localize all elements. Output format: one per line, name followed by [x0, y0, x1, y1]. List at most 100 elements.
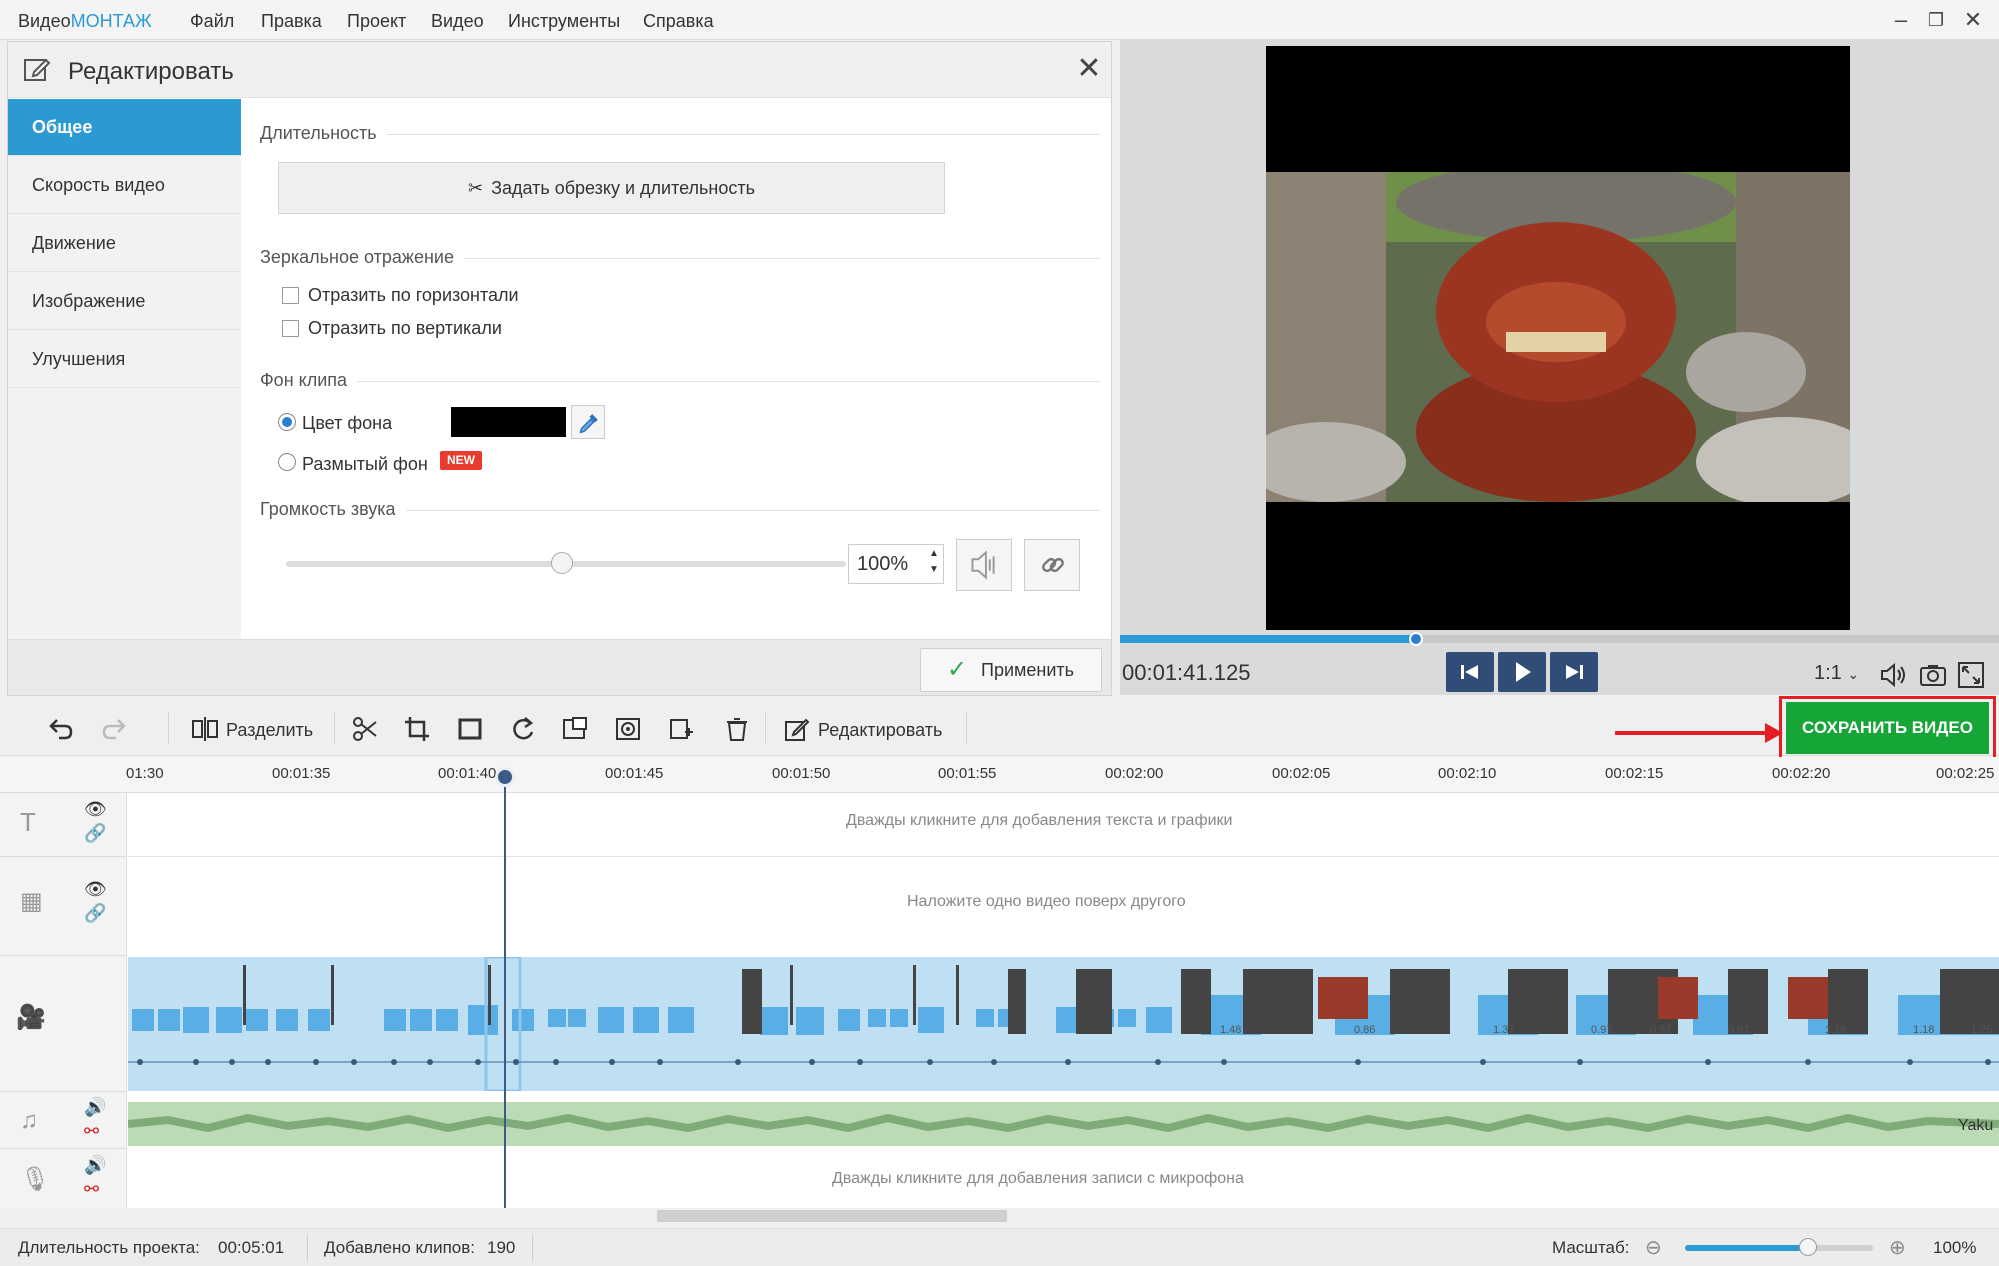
unlink-icon[interactable]: ⚯ [84, 1121, 99, 1142]
add-frame-icon[interactable] [665, 714, 695, 744]
edit-icon[interactable] [782, 714, 812, 744]
audio-track[interactable]: Yaku [127, 1102, 1999, 1146]
clips-count-label: Добавлено клипов: [324, 1238, 475, 1257]
play-icon[interactable] [1498, 652, 1546, 692]
rotate-icon[interactable] [508, 714, 538, 744]
timeline-scrollbar[interactable] [128, 1208, 1999, 1224]
redo-icon[interactable] [100, 714, 130, 744]
tick-label: 00:01:35 [272, 765, 331, 782]
edit-panel-footer: ✓ Применить [8, 639, 1111, 695]
trim-button[interactable]: ✂ Задать обрезку и длительность [278, 162, 945, 214]
split-icon[interactable] [190, 714, 220, 744]
clip-duration: 0.97 [1650, 1024, 1671, 1036]
scissors-icon[interactable] [350, 714, 380, 744]
overlay-track-icon: ▦ [20, 888, 43, 915]
divider [0, 856, 127, 857]
edit-toolbar-label[interactable]: Редактировать [818, 720, 942, 741]
volume-slider-thumb[interactable] [551, 552, 573, 574]
check-icon: ✓ [947, 656, 968, 683]
divider [0, 1091, 127, 1092]
apply-button[interactable]: ✓ Применить [920, 648, 1102, 692]
zoom-slider-thumb[interactable] [1799, 1238, 1817, 1256]
mirror-horizontal-checkbox[interactable] [282, 287, 299, 304]
split-label[interactable]: Разделить [226, 720, 313, 741]
timeline-scrollbar-thumb[interactable] [657, 1210, 1007, 1222]
eye-icon[interactable]: 👁 [84, 799, 107, 820]
pip-icon[interactable] [560, 714, 590, 744]
tick-label: 00:02:15 [1605, 765, 1664, 782]
nav-improvements[interactable]: Улучшения [8, 331, 241, 388]
aspect-ratio-select[interactable]: 1:1 ⌄ [1814, 662, 1859, 685]
undo-icon[interactable] [45, 714, 75, 744]
nav-motion[interactable]: Движение [8, 215, 241, 272]
playhead-handle[interactable] [495, 767, 515, 787]
divider [260, 381, 1100, 382]
video-frame-image [1266, 172, 1850, 502]
tick-label: 00:02:10 [1438, 765, 1497, 782]
project-duration-value: 00:05:01 [218, 1238, 285, 1257]
menu-project[interactable]: Проект [347, 11, 406, 32]
frame-icon[interactable] [455, 714, 485, 744]
mirror-vertical-checkbox[interactable] [282, 320, 299, 337]
speaker-icon[interactable]: 🔊 [84, 1155, 106, 1176]
minimize-icon[interactable]: – [1886, 6, 1916, 34]
menu-edit[interactable]: Правка [261, 11, 322, 32]
track-headers: T 👁 🔗 ▦ 👁 🔗 🎥 ♫ 🔊 ⚯ 🎙 🔊 ⚯ [0, 793, 127, 1208]
skip-back-icon[interactable] [1446, 652, 1494, 692]
close-icon[interactable]: ✕ [1074, 54, 1104, 84]
zoom-out-icon[interactable]: ⊖ [1645, 1235, 1662, 1260]
crop-icon[interactable] [402, 714, 432, 744]
link-icon[interactable]: 🔗 [84, 903, 106, 924]
close-window-icon[interactable]: ✕ [1958, 6, 1988, 34]
zoom-slider-fill [1685, 1245, 1809, 1251]
menu-tools[interactable]: Инструменты [508, 11, 620, 32]
toolbar-divider [334, 712, 335, 744]
eye-icon[interactable]: 👁 [84, 879, 107, 900]
timeline-ruler[interactable]: 01:30 00:01:35 00:01:40 00:01:45 00:01:5… [0, 757, 1999, 793]
nav-general[interactable]: Общее [8, 99, 241, 156]
skip-forward-icon[interactable] [1550, 652, 1598, 692]
unlink-icon[interactable]: ⚯ [84, 1179, 99, 1200]
bg-color-swatch[interactable] [451, 407, 566, 437]
video-track[interactable]: 1.48 0.86 1.37 0.97 0.97 0.97 1.18 1.18 … [128, 955, 1999, 1093]
unlink-button[interactable] [1024, 539, 1080, 591]
zoom-value: 100% [1933, 1238, 1977, 1257]
tick-label: 01:30 [126, 765, 164, 782]
playhead[interactable] [504, 768, 506, 1208]
menu-file[interactable]: Файл [190, 11, 234, 32]
volume-spinner-icon[interactable]: ▲ ▼ [926, 546, 942, 582]
mute-button[interactable] [956, 539, 1012, 591]
menu-video[interactable]: Видео [431, 11, 484, 32]
toolbar-divider [168, 712, 169, 744]
clips-count-value: 190 [487, 1238, 516, 1257]
timeline-toolbar: Разделить Редактировать [0, 700, 1999, 756]
stabilize-icon[interactable] [613, 714, 643, 744]
bg-color-radio[interactable] [278, 413, 296, 431]
edit-icon [24, 58, 51, 81]
volume-icon[interactable] [1878, 660, 1908, 690]
fullscreen-icon[interactable] [1956, 660, 1986, 690]
link-icon[interactable]: 🔗 [84, 823, 106, 844]
nav-speed[interactable]: Скорость видео [8, 157, 241, 214]
restore-icon[interactable]: ❐ [1921, 6, 1951, 34]
seek-thumb[interactable] [1409, 632, 1423, 646]
bg-blur-radio[interactable] [278, 453, 296, 471]
speaker-icon [971, 550, 995, 580]
tick-label: 00:02:25 [1936, 765, 1995, 782]
divider [128, 856, 1999, 857]
zoom-in-icon[interactable]: ⊕ [1889, 1235, 1906, 1260]
menu-help[interactable]: Справка [643, 11, 714, 32]
trash-icon[interactable] [722, 714, 752, 744]
divider [532, 1235, 533, 1261]
speaker-icon[interactable]: 🔊 [84, 1097, 106, 1118]
aspect-ratio-value: 1:1 [1814, 662, 1842, 684]
eyedropper-icon[interactable] [571, 405, 605, 439]
save-video-button[interactable]: СОХРАНИТЬ ВИДЕО [1786, 702, 1989, 754]
edit-panel-header: Редактировать ✕ [8, 42, 1111, 98]
tick-label: 00:01:40 [438, 765, 497, 782]
snapshot-icon[interactable] [1918, 660, 1948, 690]
nav-image[interactable]: Изображение [8, 273, 241, 330]
edit-nav: Общее Скорость видео Движение Изображени… [8, 99, 241, 639]
divider [0, 1148, 127, 1149]
clip-duration: 0.97 [1728, 1024, 1749, 1036]
